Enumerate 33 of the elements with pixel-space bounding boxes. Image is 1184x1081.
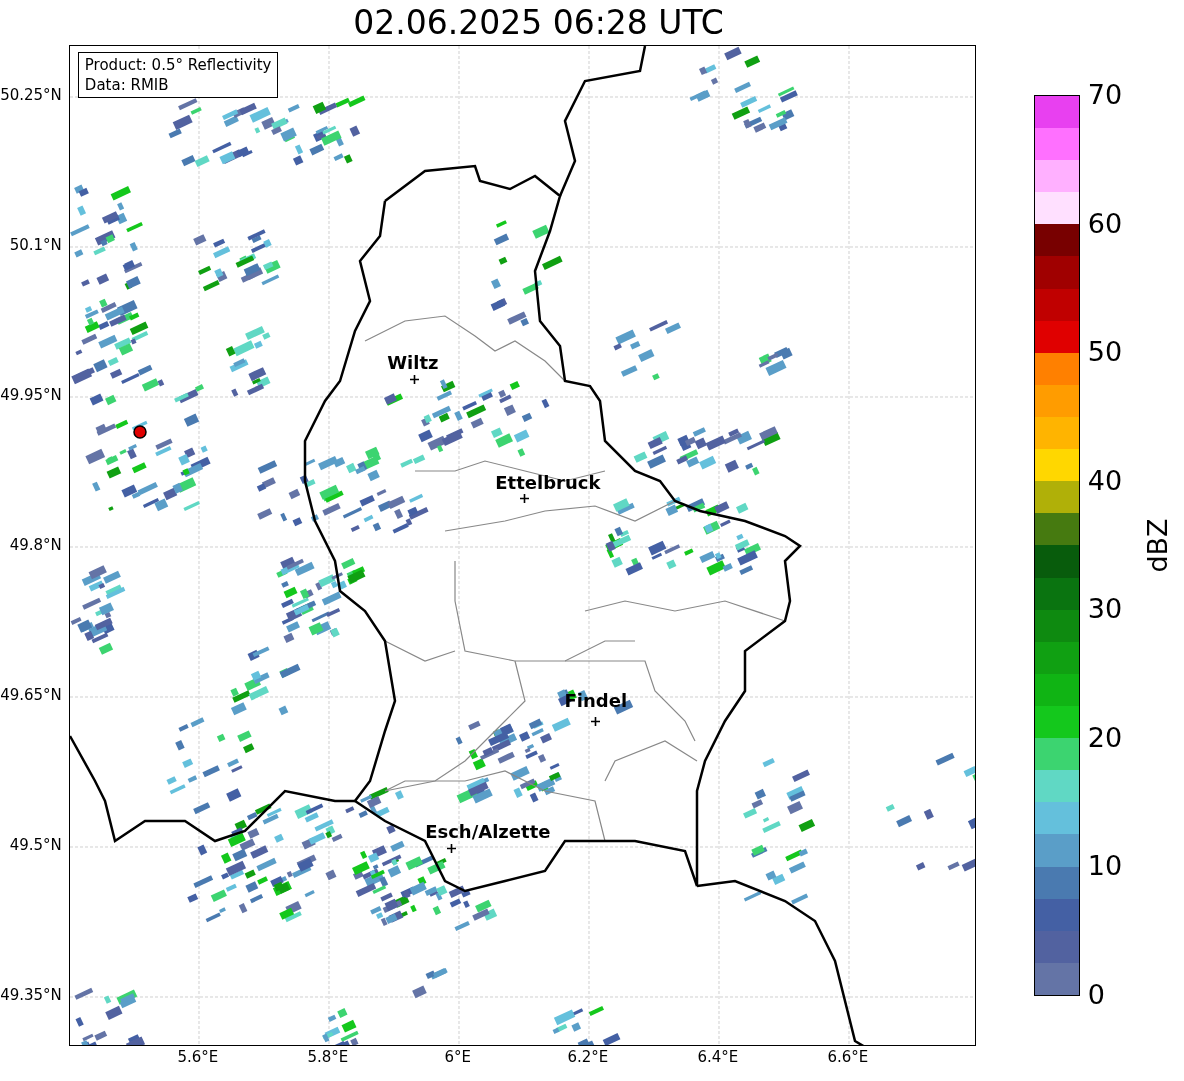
- city-marker-icon: [590, 717, 600, 726]
- longitude-label: 5.6°E: [177, 1050, 219, 1065]
- colorbar-tick-label: 30: [1087, 595, 1123, 623]
- colorbar-tick-label: 60: [1087, 209, 1123, 237]
- colorbar-tick-label: 20: [1087, 723, 1123, 751]
- latitude-label: 49.5°N: [9, 838, 62, 853]
- longitude-label: 6.2°E: [567, 1050, 609, 1065]
- longitude-label: 6°E: [444, 1050, 472, 1065]
- city-label: Ettelbruck: [495, 474, 601, 492]
- colorbar-tick-label: 0: [1087, 981, 1105, 1008]
- colorbar-tick-label: 70: [1087, 81, 1123, 108]
- info-text: Product: 0.5° Reflectivity: [84, 55, 272, 75]
- city-marker-icon: [446, 844, 456, 853]
- city-label: Wiltz: [387, 354, 439, 372]
- latitude-label: 49.65°N: [0, 688, 62, 703]
- colorbar-tick-label: 50: [1087, 338, 1123, 366]
- latitude-label: 49.95°N: [0, 388, 62, 403]
- colorbar-tick-label: 40: [1087, 466, 1123, 494]
- longitude-label: 6.6°E: [827, 1050, 869, 1065]
- city-marker-icon: [519, 494, 529, 503]
- latitude-label: 49.8°N: [9, 538, 62, 553]
- info-text: Data: RMIB: [84, 75, 170, 95]
- city-marker-icon: [409, 375, 419, 384]
- chart-title: 02.06.2025 06:28 UTC: [353, 6, 724, 39]
- colorbar-tick-label: 10: [1087, 852, 1123, 880]
- latitude-label: 49.35°N: [0, 988, 62, 1003]
- city-label: Esch/Alzette: [425, 823, 551, 841]
- longitude-label: 5.8°E: [307, 1050, 349, 1065]
- latitude-label: 50.1°N: [9, 238, 62, 253]
- latitude-label: 50.25°N: [0, 88, 62, 103]
- colorbar-label: dBZ: [1143, 518, 1171, 573]
- radar-site-icon: [133, 425, 147, 439]
- longitude-label: 6.4°E: [697, 1050, 739, 1065]
